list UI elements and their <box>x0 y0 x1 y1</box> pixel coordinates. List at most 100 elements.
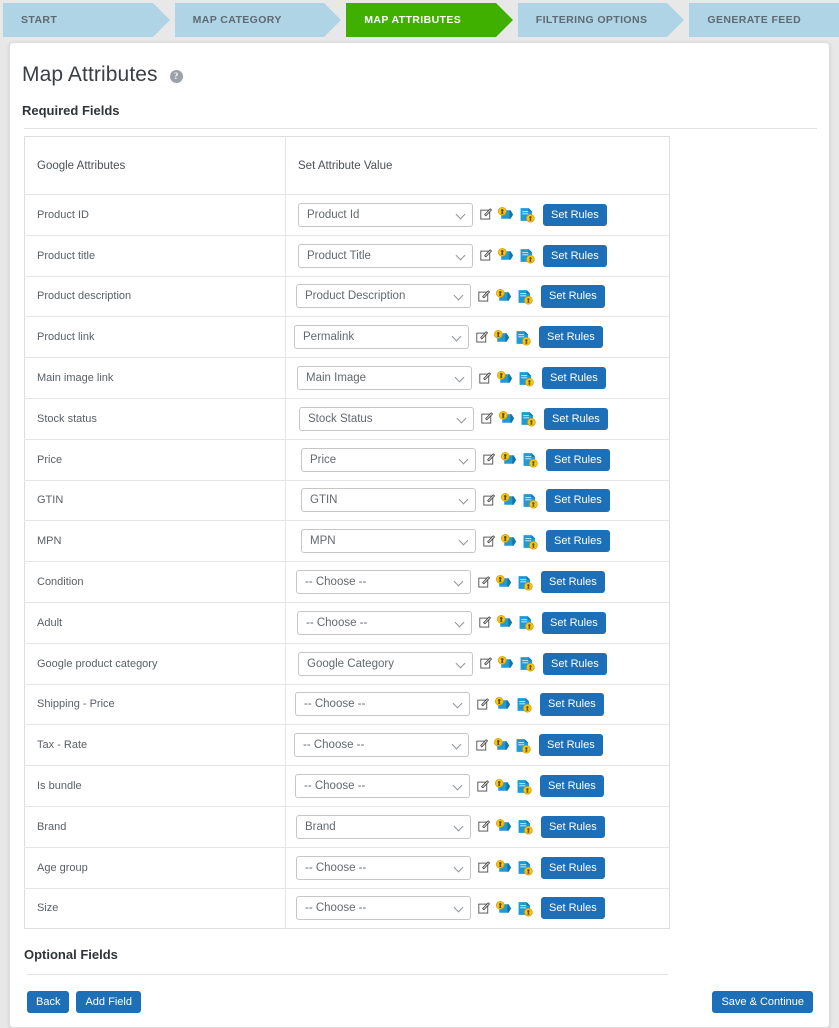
attribute-value-select[interactable]: GTIN <box>301 488 476 513</box>
set-rules-button[interactable]: Set Rules <box>546 448 610 471</box>
edit-pencil-square-icon[interactable] <box>475 575 491 589</box>
edit-pencil-square-icon[interactable] <box>475 861 491 874</box>
edit-pencil-square-icon[interactable] <box>477 249 493 262</box>
back-button[interactable]: Back <box>27 991 70 1014</box>
edit-pencil-square-icon[interactable] <box>476 616 492 629</box>
set-rules-button[interactable]: Set Rules <box>543 652 607 675</box>
set-rules-button[interactable]: Set Rules <box>546 530 610 553</box>
set-rules-button[interactable]: Set Rules <box>541 571 605 594</box>
attribute-value-select[interactable]: Main Image <box>297 366 472 391</box>
footer-left-buttons: Back Add Field <box>27 991 141 1014</box>
edit-pencil-square-icon[interactable] <box>480 453 496 466</box>
save-continue-button[interactable]: Save & Continue <box>712 991 813 1014</box>
edit-pencil-square-icon[interactable] <box>480 535 496 548</box>
edit-pencil-square-icon[interactable] <box>475 290 491 303</box>
blue-document-key-icon[interactable] <box>514 737 531 754</box>
blue-document-key-icon[interactable] <box>521 492 538 509</box>
edit-pencil-square-icon[interactable] <box>473 739 489 752</box>
set-rules-button[interactable]: Set Rules <box>541 856 605 879</box>
attribute-value-select[interactable]: Stock Status <box>299 406 474 431</box>
blue-tag-key-icon[interactable] <box>497 655 514 672</box>
blue-tag-key-icon[interactable] <box>500 451 517 468</box>
blue-tag-key-icon[interactable] <box>493 737 510 754</box>
blue-document-key-icon[interactable] <box>517 370 534 387</box>
blue-document-key-icon[interactable] <box>521 451 538 468</box>
attribute-value-select[interactable]: Permalink <box>294 325 469 350</box>
blue-document-key-icon[interactable] <box>518 206 535 223</box>
blue-tag-key-icon[interactable] <box>497 206 514 223</box>
set-rules-button[interactable]: Set Rules <box>541 897 605 920</box>
attribute-value-select[interactable]: -- Choose -- <box>296 855 471 880</box>
blue-document-key-icon[interactable] <box>517 614 534 631</box>
edit-pencil-square-icon[interactable] <box>478 412 494 425</box>
blue-document-key-icon[interactable] <box>515 778 532 795</box>
set-rules-button[interactable]: Set Rules <box>540 775 604 798</box>
blue-document-key-icon[interactable] <box>516 900 533 917</box>
set-rules-button[interactable]: Set Rules <box>542 367 606 390</box>
attribute-value-select[interactable]: Product Title <box>298 243 473 268</box>
set-rules-button[interactable]: Set Rules <box>541 285 605 308</box>
blue-tag-key-icon[interactable] <box>495 574 512 591</box>
attribute-value-select[interactable]: -- Choose -- <box>295 692 470 717</box>
set-rules-button[interactable]: Set Rules <box>540 693 604 716</box>
edit-pencil-square-icon[interactable] <box>477 208 493 221</box>
attribute-value-select[interactable]: Product Id <box>298 202 473 227</box>
set-rules-button[interactable]: Set Rules <box>539 326 603 349</box>
attribute-value-select[interactable]: -- Choose -- <box>297 610 472 635</box>
blue-tag-key-icon[interactable] <box>493 329 510 346</box>
blue-tag-key-icon[interactable] <box>495 859 512 876</box>
blue-document-key-icon[interactable] <box>516 574 533 591</box>
attribute-value-select[interactable]: Product Description <box>296 284 471 309</box>
set-rules-button[interactable]: Set Rules <box>542 611 606 634</box>
help-circle-icon[interactable]: ? <box>169 69 183 83</box>
blue-document-key-icon[interactable] <box>516 859 533 876</box>
blue-tag-key-icon[interactable] <box>497 247 514 264</box>
blue-tag-key-icon[interactable] <box>494 778 511 795</box>
blue-document-key-icon[interactable] <box>521 533 538 550</box>
attribute-value-select[interactable]: Google Category <box>298 651 473 676</box>
blue-document-key-icon[interactable] <box>518 247 535 264</box>
attribute-value-select[interactable]: MPN <box>301 529 476 554</box>
wizard-step-start[interactable]: START <box>3 3 170 37</box>
edit-pencil-square-icon[interactable] <box>476 371 492 385</box>
wizard-step-generate-feed[interactable]: GENERATE FEED <box>689 3 839 37</box>
blue-tag-key-icon[interactable] <box>496 614 513 631</box>
attribute-value-select[interactable]: -- Choose -- <box>296 570 471 595</box>
blue-document-key-icon[interactable] <box>519 410 536 427</box>
edit-pencil-square-icon[interactable] <box>477 657 493 670</box>
attribute-value-select[interactable]: -- Choose -- <box>295 774 470 799</box>
attribute-value-select[interactable]: -- Choose -- <box>294 733 469 758</box>
set-rules-button[interactable]: Set Rules <box>546 489 610 512</box>
blue-document-key-icon[interactable] <box>515 696 532 713</box>
set-rules-button[interactable]: Set Rules <box>541 815 605 838</box>
edit-pencil-square-icon[interactable] <box>475 902 491 915</box>
edit-pencil-square-icon[interactable] <box>474 779 490 793</box>
set-rules-button[interactable]: Set Rules <box>539 734 603 757</box>
wizard-step-map-category[interactable]: MAP CATEGORY <box>174 3 341 37</box>
edit-pencil-square-icon[interactable] <box>475 820 491 833</box>
set-rules-button[interactable]: Set Rules <box>543 244 607 267</box>
add-field-button[interactable]: Add Field <box>76 991 141 1014</box>
blue-document-key-icon[interactable] <box>516 288 533 305</box>
blue-tag-key-icon[interactable] <box>496 370 513 387</box>
blue-tag-key-icon[interactable] <box>498 410 515 427</box>
wizard-step-filtering-options[interactable]: FILTERING OPTIONS <box>517 3 684 37</box>
blue-tag-key-icon[interactable] <box>495 900 512 917</box>
attribute-value-select[interactable]: -- Choose -- <box>296 896 471 921</box>
edit-pencil-square-icon[interactable] <box>474 698 490 711</box>
blue-tag-key-icon[interactable] <box>500 492 517 509</box>
attribute-value-select[interactable]: Brand <box>296 814 471 839</box>
attribute-value-select[interactable]: Price <box>301 447 476 472</box>
blue-tag-key-icon[interactable] <box>495 288 512 305</box>
set-rules-button[interactable]: Set Rules <box>543 203 607 226</box>
blue-tag-key-icon[interactable] <box>500 533 517 550</box>
edit-pencil-square-icon[interactable] <box>480 494 496 507</box>
set-rules-button[interactable]: Set Rules <box>544 407 608 430</box>
blue-tag-key-icon[interactable] <box>495 818 512 835</box>
blue-document-key-icon[interactable] <box>514 329 531 346</box>
blue-document-key-icon[interactable] <box>516 818 533 835</box>
blue-document-key-icon[interactable] <box>518 655 535 672</box>
blue-tag-key-icon[interactable] <box>494 696 511 713</box>
edit-pencil-square-icon[interactable] <box>473 331 489 344</box>
wizard-step-map-attributes[interactable]: MAP ATTRIBUTES <box>346 3 513 37</box>
